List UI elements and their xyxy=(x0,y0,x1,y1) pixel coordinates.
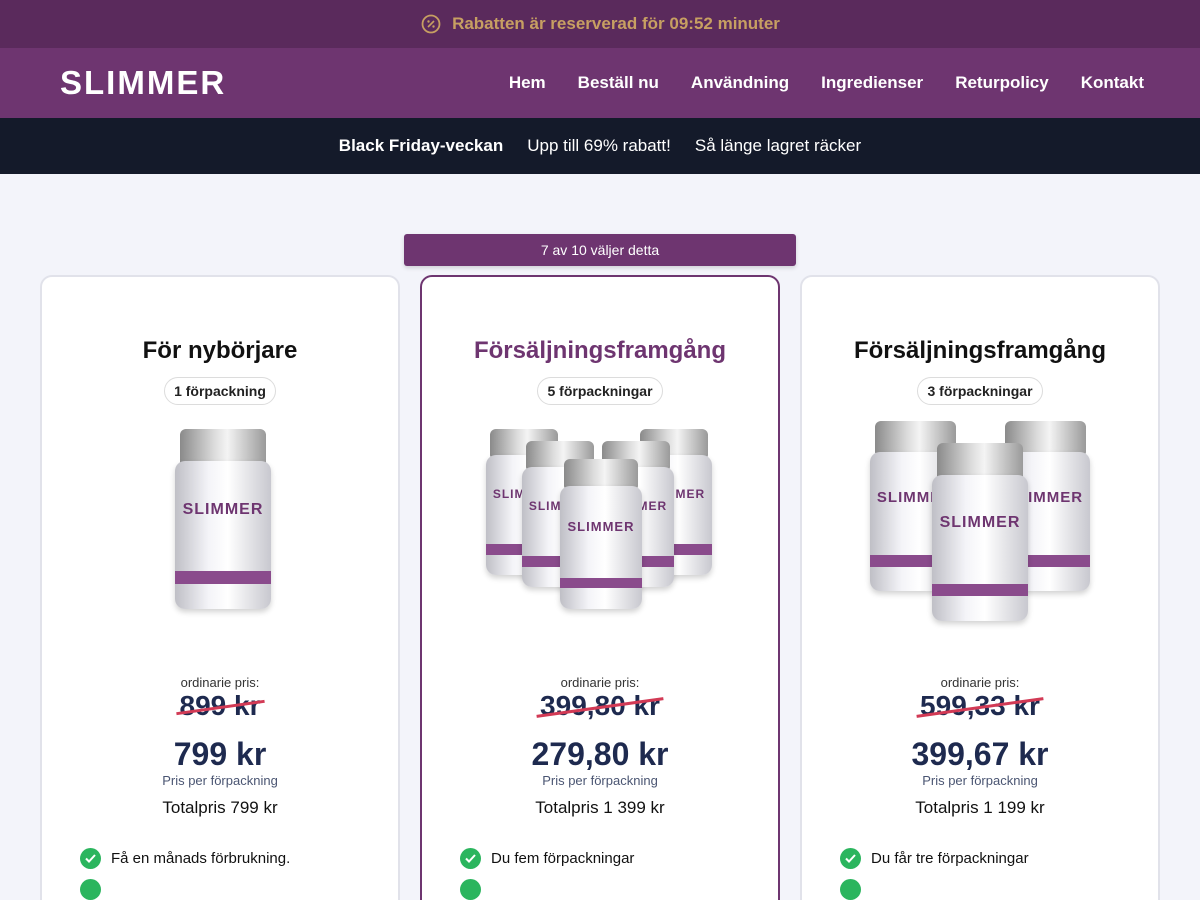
check-icon xyxy=(460,879,481,900)
promo-banner: Black Friday-veckan Upp till 69% rabatt!… xyxy=(0,118,1200,174)
main-nav: Hem Beställ nu Användning Ingredienser R… xyxy=(509,73,1144,93)
promo-title: Black Friday-veckan xyxy=(338,136,504,155)
nav-link-ingredienser[interactable]: Ingredienser xyxy=(821,73,923,93)
nav-link-hem[interactable]: Hem xyxy=(509,73,546,93)
old-price: 599,33 kr xyxy=(916,690,1044,722)
discount-timer-bar: Rabatten är reserverad för 09:52 minuter xyxy=(0,0,1200,48)
feature-item xyxy=(840,879,1158,900)
check-icon xyxy=(80,879,101,900)
package-count-badge: 5 förpackningar xyxy=(537,377,663,405)
card-title: Försäljningsframgång xyxy=(473,337,727,364)
site-logo[interactable]: SLIMMER xyxy=(60,64,226,102)
feature-item: Du får tre förpackningar xyxy=(840,848,1158,869)
package-count-badge: 1 förpackning xyxy=(164,377,276,405)
nav-link-anvandning[interactable]: Användning xyxy=(691,73,789,93)
product-image: SLIMMER xyxy=(42,429,398,649)
promo-discount: Upp till 69% rabatt! xyxy=(527,136,671,155)
total-price: Totalpris 1 399 kr xyxy=(535,798,665,817)
feature-item: Få en månads förbrukning. xyxy=(80,848,398,869)
package-count-badge: 3 förpackningar xyxy=(917,377,1043,405)
old-price: 399,80 kr xyxy=(536,690,664,722)
pricing-card-2[interactable]: Försäljningsframgång 5 förpackningar SLI… xyxy=(420,275,780,900)
discount-timer-text: Rabatten är reserverad för 09:52 minuter xyxy=(452,14,780,33)
pricing-card-3[interactable]: Försäljningsframgång 3 förpackningar SLI… xyxy=(800,275,1160,900)
check-icon xyxy=(80,848,101,869)
new-price: 279,80 kr xyxy=(531,736,669,772)
site-header: SLIMMER Hem Beställ nu Användning Ingred… xyxy=(0,48,1200,118)
product-image: SLIMMER SLIMMER SLIMMER xyxy=(802,421,1158,649)
price-per-package-label: Pris per förpackning xyxy=(542,773,658,788)
card-title: Försäljningsframgång xyxy=(853,337,1107,364)
clock-icon xyxy=(420,13,442,35)
pricing-section: 7 av 10 väljer detta För nybörjare 1 för… xyxy=(0,174,1200,900)
feature-item xyxy=(460,879,778,900)
price-per-package-label: Pris per förpackning xyxy=(162,773,278,788)
price-per-package-label: Pris per förpackning xyxy=(922,773,1038,788)
feature-text: Få en månads förbrukning. xyxy=(111,850,291,867)
product-bottle: SLIMMER xyxy=(175,429,271,609)
product-image: SLIMMER SLIMMER SLIMMER SLIMMER SLIMMER xyxy=(422,429,778,649)
ordinary-price-label: ordinarie pris: xyxy=(180,675,260,690)
check-icon xyxy=(840,848,861,869)
popular-choice-badge: 7 av 10 väljer detta xyxy=(404,234,796,266)
card-title: För nybörjare xyxy=(142,337,298,364)
check-icon xyxy=(840,879,861,900)
total-price: Totalpris 799 kr xyxy=(162,798,278,817)
feature-item xyxy=(80,879,398,900)
promo-stock-note: Så länge lagret räcker xyxy=(694,136,862,155)
nav-link-returpolicy[interactable]: Returpolicy xyxy=(955,73,1049,93)
total-price: Totalpris 1 199 kr xyxy=(915,798,1045,817)
new-price: 399,67 kr xyxy=(911,736,1049,772)
feature-text: Du får tre förpackningar xyxy=(871,850,1029,867)
pricing-card-1[interactable]: För nybörjare 1 förpackning SLIMMER ordi… xyxy=(40,275,400,900)
feature-text: Du fem förpackningar xyxy=(491,850,635,867)
ordinary-price-label: ordinarie pris: xyxy=(940,675,1020,690)
product-bottle: SLIMMER xyxy=(560,459,642,609)
old-price: 899 kr xyxy=(175,690,265,722)
product-bottle: SLIMMER xyxy=(932,443,1028,621)
nav-link-bestall-nu[interactable]: Beställ nu xyxy=(578,73,659,93)
feature-item: Du fem förpackningar xyxy=(460,848,778,869)
new-price: 799 kr xyxy=(173,736,267,772)
check-icon xyxy=(460,848,481,869)
nav-link-kontakt[interactable]: Kontakt xyxy=(1081,73,1144,93)
ordinary-price-label: ordinarie pris: xyxy=(560,675,640,690)
